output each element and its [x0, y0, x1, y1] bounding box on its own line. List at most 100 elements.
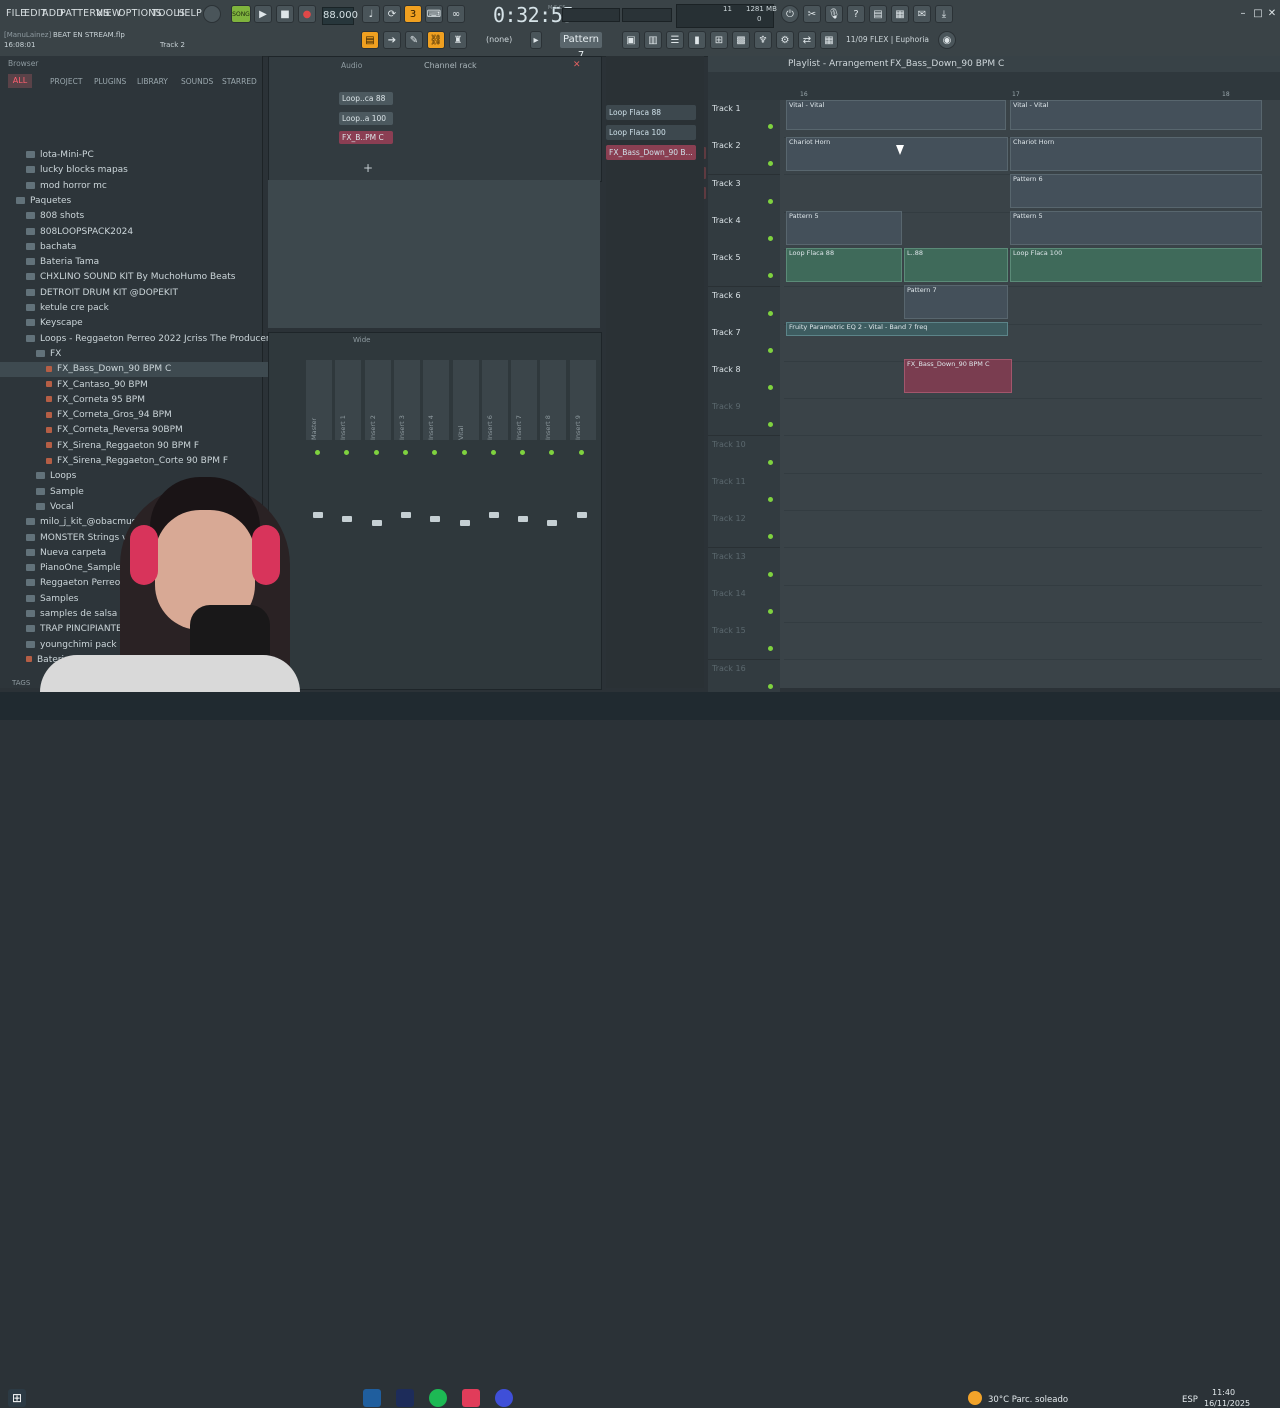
- stop-button[interactable]: ■: [276, 5, 294, 23]
- mixer-fader[interactable]: [576, 512, 587, 518]
- photoshop-icon[interactable]: [396, 1389, 414, 1407]
- track-mute-led[interactable]: [768, 310, 773, 316]
- track-mute-led[interactable]: [768, 235, 773, 241]
- browser-item[interactable]: DETROIT DRUM KIT @DOPEKIT: [0, 286, 288, 301]
- menu-help[interactable]: HELP: [177, 8, 202, 19]
- metronome-icon[interactable]: ♩: [362, 5, 380, 23]
- track-mute-led[interactable]: [768, 347, 773, 353]
- browser-item[interactable]: FX_Corneta_Gros_94 BPM: [0, 408, 308, 423]
- browser-item[interactable]: ketule cre pack: [0, 301, 288, 316]
- track-header[interactable]: Track 13: [708, 547, 780, 586]
- track-header[interactable]: Track 2: [708, 137, 780, 176]
- chat-icon[interactable]: ✉: [913, 5, 931, 23]
- browser-item[interactable]: lota-Mini-PC: [0, 148, 288, 163]
- clock-time[interactable]: 11:40: [1212, 1388, 1235, 1397]
- track-header[interactable]: Track 9: [708, 398, 780, 437]
- browser-item[interactable]: mod horror mc: [0, 179, 288, 194]
- track-mute-led[interactable]: [768, 198, 773, 204]
- mixer-fader[interactable]: [518, 516, 529, 522]
- browser-item[interactable]: Loops - Reggaeton Perreo 2022 Jcriss The…: [0, 332, 288, 347]
- track-header[interactable]: Track 12: [708, 510, 780, 549]
- track-header[interactable]: Track 5: [708, 249, 780, 288]
- mixer-active-led[interactable]: [461, 450, 467, 455]
- mixer-fader[interactable]: [459, 520, 470, 526]
- browser-tab-library[interactable]: LIBRARY: [137, 77, 168, 86]
- fl-studio-icon[interactable]: [495, 1389, 513, 1407]
- online-icon[interactable]: ⏻: [781, 5, 799, 23]
- record-button[interactable]: ●: [298, 5, 316, 23]
- master-volume-knob[interactable]: [203, 5, 221, 23]
- track-mute-led[interactable]: [768, 497, 773, 502]
- track-header[interactable]: Track 15: [708, 622, 780, 661]
- clip-track1-a[interactable]: Vital - Vital: [786, 100, 1006, 130]
- preset-knob-icon[interactable]: ◉: [938, 31, 956, 49]
- browser-item[interactable]: FX_Cantaso_90 BPM: [0, 378, 308, 393]
- clip-track6-a[interactable]: Pattern 7: [904, 285, 1008, 319]
- track-lane[interactable]: [784, 398, 1262, 437]
- track-header[interactable]: Track 11: [708, 473, 780, 511]
- picker-item[interactable]: FX_Bass_Down_90 B...: [606, 145, 696, 160]
- browser-item[interactable]: FX: [0, 347, 298, 362]
- weather-icon[interactable]: [968, 1391, 982, 1405]
- track-header[interactable]: Track 3: [708, 174, 780, 213]
- browser-item[interactable]: bachata: [0, 240, 288, 255]
- mixer-active-led[interactable]: [490, 450, 496, 455]
- browser-tab-plugins[interactable]: PLUGINS: [94, 77, 126, 86]
- mixer-fader[interactable]: [488, 512, 499, 518]
- browser-item[interactable]: lucky blocks mapas: [0, 163, 288, 178]
- browser-tab-all[interactable]: ALL: [8, 74, 32, 88]
- prev-pattern-icon[interactable]: ▸: [530, 31, 542, 49]
- plugin-icon[interactable]: ▦: [891, 5, 909, 23]
- view-tempo-icon[interactable]: ♆: [754, 31, 772, 49]
- browser-item[interactable]: Paquetes: [0, 194, 278, 209]
- song-mode-toggle[interactable]: SONG: [231, 5, 251, 23]
- cut-icon[interactable]: ✂: [803, 5, 821, 23]
- snap-select[interactable]: (none): [486, 35, 512, 44]
- stamp-icon[interactable]: ♜: [449, 31, 467, 49]
- track-header[interactable]: Track 1: [708, 100, 780, 138]
- windows-start-icon[interactable]: ⊞: [8, 1389, 26, 1407]
- track-lane[interactable]: [784, 287, 1262, 325]
- maximize-icon[interactable]: □: [1251, 5, 1265, 23]
- browser-item[interactable]: Keyscape: [0, 316, 288, 331]
- clip-track8-a[interactable]: FX_Bass_Down_90 BPM C: [904, 359, 1012, 393]
- draw-icon[interactable]: ✎: [405, 31, 423, 49]
- track-header[interactable]: Track 7: [708, 323, 780, 362]
- mixer-fader[interactable]: [371, 520, 382, 526]
- view-brush-icon[interactable]: ⚙: [776, 31, 794, 49]
- browser-item[interactable]: Bateria Tama: [0, 255, 288, 270]
- track-mute-led[interactable]: [768, 646, 773, 652]
- clip-track7-a[interactable]: Fruity Parametric EQ 2 - Vital - Band 7 …: [786, 322, 1008, 336]
- download-icon[interactable]: ⤓: [935, 5, 953, 23]
- track-header[interactable]: Track 4: [708, 211, 780, 250]
- track-lane[interactable]: [784, 585, 1262, 623]
- channel-0[interactable]: Loop..ca 88: [339, 92, 393, 105]
- save-icon[interactable]: ▤: [869, 5, 887, 23]
- clip-track2-b[interactable]: Chariot Horn: [1010, 137, 1262, 171]
- playlist-view-icon[interactable]: ▤: [361, 31, 379, 49]
- track-header[interactable]: Track 8: [708, 361, 780, 400]
- track-lane[interactable]: [784, 436, 1262, 474]
- track-mute-led[interactable]: [768, 459, 773, 465]
- wait-icon[interactable]: ⟳: [383, 5, 401, 23]
- track-mute-led[interactable]: [768, 161, 773, 167]
- view-browser-icon[interactable]: ⊞: [710, 31, 728, 49]
- add-channel-button[interactable]: +: [363, 161, 373, 175]
- view-channel-rack-icon[interactable]: ▣: [622, 31, 640, 49]
- view-mixer-icon[interactable]: ▮: [688, 31, 706, 49]
- browser-item[interactable]: FX_Bass_Down_90 BPM C: [0, 362, 308, 378]
- browser-item[interactable]: 808LOOPSPACK2024: [0, 225, 288, 240]
- help-icon[interactable]: ?: [847, 5, 865, 23]
- close-icon[interactable]: ✕: [1265, 5, 1279, 23]
- track-lane[interactable]: [784, 473, 1262, 511]
- track-header[interactable]: Track 10: [708, 435, 780, 474]
- clip-track5-b[interactable]: L..88: [904, 248, 1008, 282]
- browser-item[interactable]: FX_Corneta 95 BPM: [0, 393, 308, 408]
- browser-item[interactable]: FX_Sirena_Reggaeton 90 BPM F: [0, 439, 308, 454]
- clip-track5-c[interactable]: Loop Flaca 100: [1010, 248, 1262, 282]
- track-mute-led[interactable]: [768, 608, 773, 614]
- vscode-icon[interactable]: [363, 1389, 381, 1407]
- mic-icon[interactable]: 🎙: [825, 5, 843, 23]
- step-edit-icon[interactable]: ⌨: [425, 5, 443, 23]
- rack-filter[interactable]: Audio: [341, 61, 362, 70]
